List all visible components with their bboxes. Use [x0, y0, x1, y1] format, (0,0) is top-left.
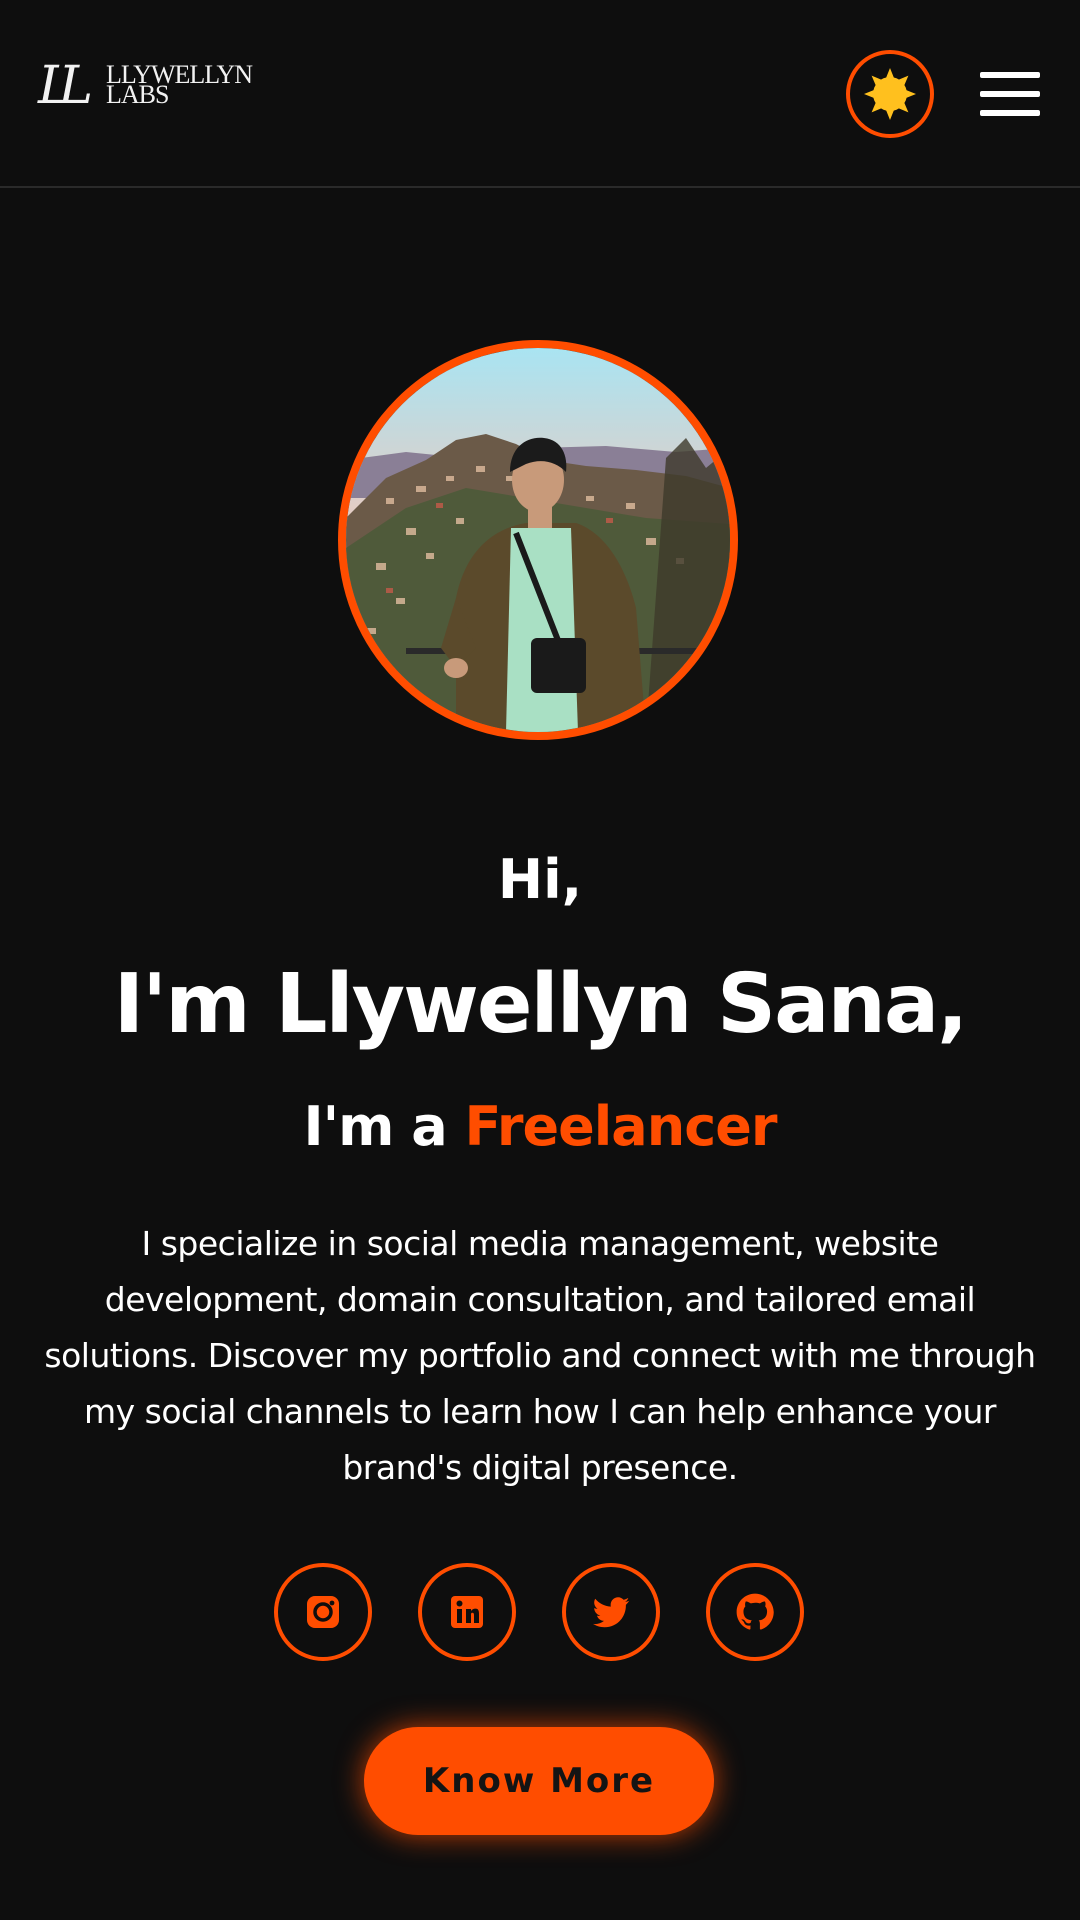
hamburger-menu-icon-bar-middle: [980, 91, 1040, 97]
github-button[interactable]: [706, 1563, 804, 1661]
hamburger-menu-icon-bar-bottom: [980, 110, 1040, 116]
profile-photo: [346, 348, 730, 732]
logo-text-line2: LABS: [106, 80, 169, 109]
social-links: [0, 1563, 1080, 1661]
bio-paragraph: I specialize in social media management,…: [44, 1224, 1036, 1487]
theme-toggle-button[interactable]: [846, 50, 934, 138]
twitter-icon: [592, 1597, 630, 1628]
sun-icon: [864, 68, 916, 120]
know-more-button[interactable]: Know More: [364, 1727, 714, 1835]
header: LL LLYWELLYN LABS: [0, 0, 1080, 188]
instagram-button[interactable]: [274, 1563, 372, 1661]
headline-name: I'm Llywellyn Sana,: [113, 957, 969, 1052]
linkedin-icon: [451, 1596, 483, 1628]
twitter-button[interactable]: [562, 1563, 660, 1661]
role-highlight: Freelancer: [464, 1095, 777, 1158]
page: LL LLYWELLYN LABS Hi, I'm Llywellyn Sana…: [0, 0, 1080, 1920]
role-prefix: I'm a: [303, 1095, 448, 1158]
linkedin-button[interactable]: [418, 1563, 516, 1661]
github-icon: [736, 1593, 774, 1630]
avatar: [338, 340, 738, 740]
role-line: I'm a Freelancer: [0, 1092, 1080, 1162]
menu-button[interactable]: [980, 72, 1040, 116]
hamburger-menu-icon-bar-top: [980, 72, 1040, 78]
logo-mark: LL: [38, 56, 93, 116]
logo[interactable]: LL LLYWELLYN LABS: [38, 56, 253, 120]
instagram-icon: [307, 1596, 339, 1628]
greeting: Hi,: [497, 848, 583, 911]
